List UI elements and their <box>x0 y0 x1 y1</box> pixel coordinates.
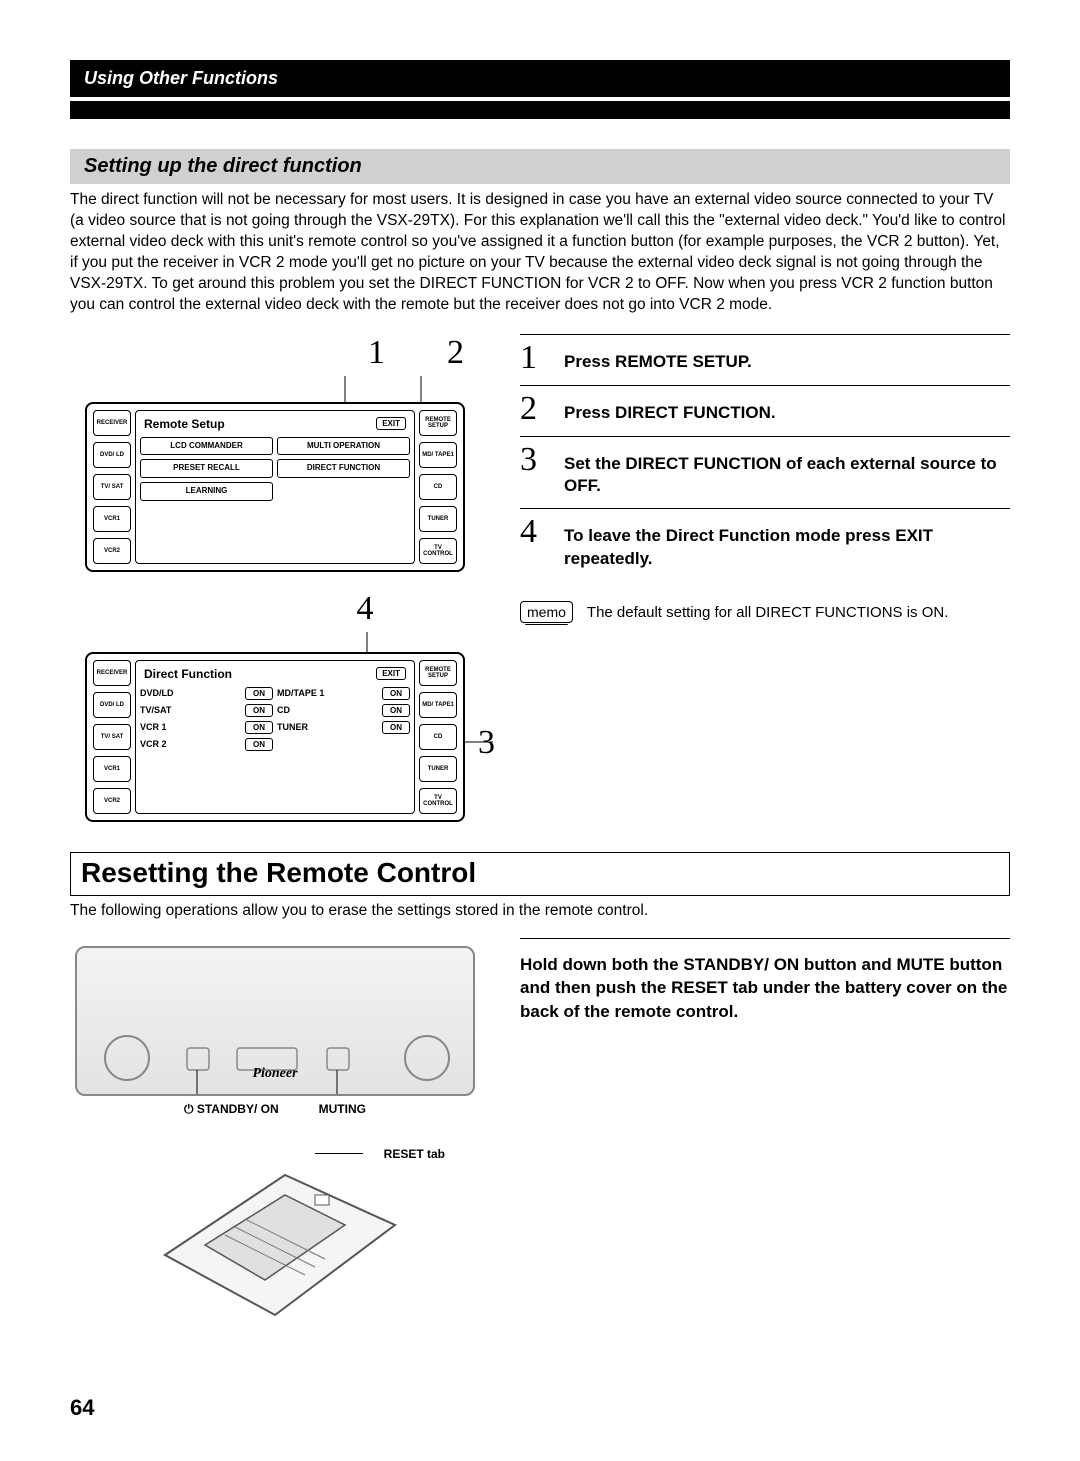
step-number: 3 <box>520 443 548 477</box>
direct-function-button[interactable]: DIRECT FUNCTION <box>277 459 410 478</box>
side-btn[interactable]: TV CONTROL <box>419 538 457 564</box>
multi-operation-button[interactable]: MULTI OPERATION <box>277 437 410 456</box>
on-toggle[interactable]: ON <box>245 738 273 751</box>
step-text: Set the DIRECT FUNCTION of each external… <box>564 443 1010 499</box>
on-toggle[interactable]: ON <box>382 721 410 734</box>
battery-cover-illustration: RESET tab <box>135 1135 415 1335</box>
side-btn[interactable]: VCR1 <box>93 756 131 782</box>
lcd-title: Remote Setup <box>144 417 225 431</box>
reset-instruction: Hold down both the STANDBY/ ON button an… <box>520 953 1010 1024</box>
on-toggle[interactable]: ON <box>382 704 410 717</box>
standby-on-label: ⏻ STANDBY/ ON <box>184 1102 279 1117</box>
exit-button[interactable]: EXIT <box>376 417 406 430</box>
reset-intro: The following operations allow you to er… <box>70 902 1010 920</box>
reset-heading-text: Resetting the Remote Control <box>81 857 999 889</box>
side-btn[interactable]: CD <box>419 724 457 750</box>
on-toggle[interactable]: ON <box>245 721 273 734</box>
side-btn[interactable]: DVD/ LD <box>93 442 131 468</box>
side-btn[interactable]: VCR2 <box>93 788 131 814</box>
step-number: 2 <box>520 392 548 426</box>
callout-1: 1 <box>368 334 385 372</box>
side-btn[interactable]: VCR1 <box>93 506 131 532</box>
side-btn[interactable]: CD <box>419 474 457 500</box>
side-btn[interactable]: REMOTE SETUP <box>419 410 457 436</box>
callout-4: 4 <box>70 590 480 628</box>
chapter-header: Using Other Functions <box>70 60 1010 97</box>
source-label: TUNER <box>277 722 378 732</box>
lcd-commander-button[interactable]: LCD COMMANDER <box>140 437 273 456</box>
step-text: To leave the Direct Function mode press … <box>564 515 1010 571</box>
side-btn[interactable]: MD/ TAPE1 <box>419 692 457 718</box>
on-toggle[interactable]: ON <box>245 704 273 717</box>
side-btn[interactable]: DVD/ LD <box>93 692 131 718</box>
callout-3: 3 <box>478 724 495 762</box>
header-stripe <box>70 101 1010 119</box>
side-btn[interactable]: REMOTE SETUP <box>419 660 457 686</box>
side-btn[interactable]: VCR2 <box>93 538 131 564</box>
lcd-title: Direct Function <box>144 667 232 681</box>
section-heading-reset: Resetting the Remote Control <box>70 852 1010 896</box>
muting-label: MUTING <box>319 1102 366 1117</box>
source-label: TV/SAT <box>140 705 241 715</box>
page-number: 64 <box>70 1395 1010 1421</box>
callout-2: 2 <box>447 334 464 372</box>
source-label: DVD/LD <box>140 688 241 698</box>
exit-button[interactable]: EXIT <box>376 667 406 680</box>
source-label: VCR 1 <box>140 722 241 732</box>
lcd-screen-remote-setup: RECEIVER DVD/ LD TV/ SAT VCR1 VCR2 Remot… <box>85 402 465 572</box>
side-btn[interactable]: TV/ SAT <box>93 474 131 500</box>
side-btn[interactable]: TUNER <box>419 506 457 532</box>
learning-button[interactable]: LEARNING <box>140 482 273 501</box>
section-heading-direct: Setting up the direct function <box>70 149 1010 184</box>
step-number: 1 <box>520 341 548 375</box>
side-btn[interactable]: RECEIVER <box>93 660 131 686</box>
reset-tab-label: RESET tab <box>384 1147 445 1161</box>
step-list: 1 Press REMOTE SETUP. 2 Press DIRECT FUN… <box>520 334 1010 582</box>
side-btn[interactable]: TV CONTROL <box>419 788 457 814</box>
side-btn[interactable]: MD/ TAPE1 <box>419 442 457 468</box>
side-btn[interactable]: TV/ SAT <box>93 724 131 750</box>
side-btn[interactable]: RECEIVER <box>93 410 131 436</box>
memo-text: The default setting for all DIRECT FUNCT… <box>587 604 949 621</box>
source-label: MD/TAPE 1 <box>277 688 378 698</box>
step-text: Press DIRECT FUNCTION. <box>564 392 776 425</box>
remote-illustration: Pioneer <box>75 946 475 1096</box>
memo-icon: memo <box>520 601 573 623</box>
source-label: VCR 2 <box>140 739 241 749</box>
preset-recall-button[interactable]: PRESET RECALL <box>140 459 273 478</box>
on-toggle[interactable]: ON <box>245 687 273 700</box>
on-toggle[interactable]: ON <box>382 687 410 700</box>
brand-logo: Pioneer <box>252 1066 297 1082</box>
side-btn[interactable]: TUNER <box>419 756 457 782</box>
step-text: Press REMOTE SETUP. <box>564 341 752 374</box>
source-label: CD <box>277 705 378 715</box>
lcd-screen-direct-function: RECEIVER DVD/ LD TV/ SAT VCR1 VCR2 Direc… <box>85 652 465 822</box>
section-intro: The direct function will not be necessar… <box>70 190 1010 316</box>
step-number: 4 <box>520 515 548 549</box>
